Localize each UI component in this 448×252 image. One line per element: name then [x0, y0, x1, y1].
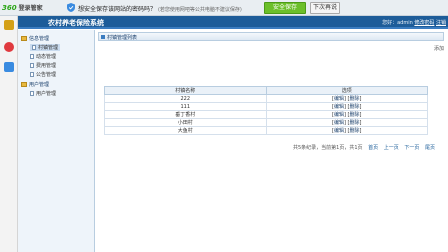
sidebar-item-notice[interactable]: 公告管理	[30, 71, 56, 78]
password-save-hint: (若您使用网吧等公共电脑不建议保存)	[157, 7, 242, 13]
pagination: 共5条纪录，当前第1页，共1页 首页 上一页 下一页 尾页	[293, 144, 435, 151]
add-link[interactable]: 添加	[434, 45, 444, 52]
village-name-cell: 小田村	[104, 118, 267, 127]
panel-title: 村镇管理列表	[107, 35, 138, 41]
edit-link[interactable]: 编辑	[334, 128, 344, 134]
delete-link[interactable]: 删除	[350, 104, 360, 110]
sidebar-item-village[interactable]: 村镇管理	[30, 44, 61, 51]
folder-icon	[21, 36, 27, 41]
edit-link[interactable]: 编辑	[334, 104, 344, 110]
browser-side-strip	[0, 16, 18, 252]
document-icon	[30, 63, 34, 68]
main-panel: 村镇管理列表 添加 村镇名称 选项 222 [编辑] [删除] 111 [编辑]…	[96, 30, 448, 252]
edit-link[interactable]: 编辑	[334, 120, 344, 126]
village-name-cell: 垂丁香村	[104, 110, 267, 119]
360-logo: 360 登录管家	[2, 4, 43, 12]
column-header-name: 村镇名称	[104, 86, 267, 95]
delete-link[interactable]: 删除	[350, 96, 360, 102]
edit-link[interactable]: 编辑	[334, 96, 344, 102]
options-cell: [编辑] [删除]	[265, 94, 428, 103]
safe-save-button[interactable]: 安全保存	[264, 2, 306, 14]
username: admin	[397, 20, 413, 26]
delete-link[interactable]: 删除	[350, 112, 360, 118]
options-cell: [编辑] [删除]	[265, 118, 428, 127]
list-icon	[101, 35, 105, 39]
panel-title-bar: 村镇管理列表	[98, 32, 444, 41]
village-name-cell: 222	[104, 94, 267, 103]
user-info: 您好：admin 修改密码 注销	[382, 20, 446, 26]
logout-link[interactable]: 注销	[436, 20, 446, 26]
sidebar-item-users[interactable]: 用户管理	[30, 90, 56, 97]
column-header-options: 选项	[265, 86, 428, 95]
table-row: 小田村 [编辑] [删除]	[104, 118, 428, 127]
next-page-link[interactable]: 下一页	[404, 145, 419, 151]
options-cell: [编辑] [删除]	[265, 102, 428, 111]
first-page-link[interactable]: 首页	[368, 145, 378, 151]
table-row: 111 [编辑] [删除]	[104, 102, 428, 111]
table-header-row: 村镇名称 选项	[104, 86, 428, 95]
edit-link[interactable]: 编辑	[334, 112, 344, 118]
table-row: 大鱼村 [编辑] [删除]	[104, 126, 428, 135]
password-save-message: 想安全保存该网站的密码吗？ (若您使用网吧等公共电脑不建议保存)	[78, 6, 242, 13]
village-table: 村镇名称 选项 222 [编辑] [删除] 111 [编辑] [删除] 垂丁香村…	[104, 86, 428, 135]
document-icon	[30, 54, 34, 59]
shield-icon	[67, 3, 75, 12]
options-cell: [编辑] [删除]	[265, 126, 428, 135]
village-name-cell: 大鱼村	[104, 126, 267, 135]
table-row: 垂丁香村 [编辑] [删除]	[104, 110, 428, 119]
favorites-icon[interactable]	[4, 20, 14, 30]
folder-icon	[21, 82, 27, 87]
app-title: 农村养老保险系统	[48, 19, 104, 27]
options-cell: [编辑] [删除]	[265, 110, 428, 119]
village-name-cell: 111	[104, 102, 267, 111]
delete-link[interactable]: 删除	[350, 128, 360, 134]
last-page-link[interactable]: 尾页	[425, 145, 435, 151]
sidebar-item-fees[interactable]: 费用管理	[30, 62, 56, 69]
next-time-button[interactable]: 下次再说	[310, 2, 340, 14]
weibo-icon[interactable]	[4, 42, 14, 52]
password-save-bar: 360 登录管家 想安全保存该网站的密码吗？ (若您使用网吧等公共电脑不建议保存)…	[0, 0, 448, 16]
delete-link[interactable]: 删除	[350, 120, 360, 126]
sidebar-group-user[interactable]: 用户管理	[21, 81, 49, 88]
pagination-summary: 共5条纪录，当前第1页，共1页	[293, 145, 363, 151]
document-icon	[32, 45, 36, 50]
document-icon	[30, 72, 34, 77]
prev-page-link[interactable]: 上一页	[384, 145, 399, 151]
document-icon	[30, 91, 34, 96]
sidebar-item-news[interactable]: 动态管理	[30, 53, 56, 60]
change-password-link[interactable]: 修改密码	[414, 20, 434, 26]
table-row: 222 [编辑] [删除]	[104, 94, 428, 103]
sidebar-group-info[interactable]: 信息管理	[21, 35, 49, 42]
sidebar: 信息管理 村镇管理 动态管理 费用管理 公告管理 用户管理 用户管理	[18, 30, 95, 252]
app-header: 农村养老保险系统 您好：admin 修改密码 注销	[18, 16, 448, 29]
app-icon[interactable]	[4, 62, 14, 72]
